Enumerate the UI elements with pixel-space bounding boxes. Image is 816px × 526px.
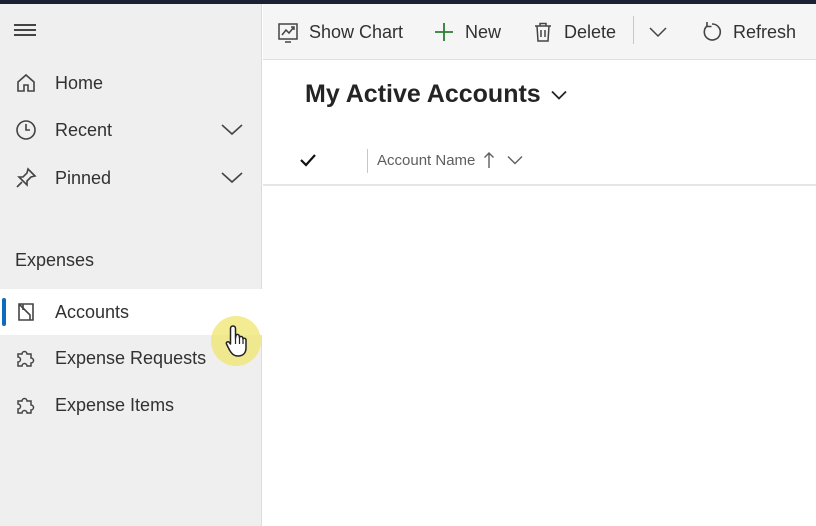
refresh-button[interactable]: Refresh (700, 4, 796, 60)
puzzle-icon (14, 393, 38, 417)
new-button[interactable]: New (432, 4, 501, 60)
chevron-down-icon[interactable] (220, 118, 244, 142)
sidebar-item-label: Home (55, 72, 104, 93)
view-selector[interactable]: My Active Accounts (305, 80, 569, 109)
command-divider (633, 16, 634, 44)
column-header-label: Account Name (377, 151, 476, 169)
refresh-label: Refresh (733, 21, 797, 42)
chevron-down-icon[interactable] (220, 166, 244, 190)
sidebar-item-home[interactable]: Home (0, 60, 262, 106)
delete-label: Delete (564, 21, 617, 42)
hamburger-icon[interactable] (14, 24, 36, 38)
chevron-down-icon[interactable] (507, 151, 525, 169)
sidebar-item-label: Expense Items (55, 394, 175, 415)
pin-icon (14, 166, 38, 190)
chart-icon (276, 20, 300, 44)
active-indicator (2, 298, 6, 326)
section-title: Expenses (15, 250, 95, 270)
sort-ascending-icon (483, 150, 497, 170)
select-all-checkmark-icon[interactable] (298, 150, 318, 170)
plus-icon (432, 20, 456, 44)
more-commands-button[interactable] (646, 4, 670, 60)
sidebar-item-expense-items[interactable]: Expense Items (0, 382, 262, 428)
refresh-icon (700, 20, 724, 44)
sidebar-item-recent[interactable]: Recent (0, 107, 262, 153)
chevron-down-icon (646, 20, 670, 44)
command-bar: Show Chart New Delete Refresh (263, 4, 816, 60)
show-chart-button[interactable]: Show Chart (276, 4, 403, 60)
chevron-down-icon (551, 86, 569, 104)
grid-header: Account Name (263, 136, 816, 186)
sidebar: Home Recent Pinned Expenses Accounts Exp… (0, 4, 262, 526)
sidebar-item-label: Pinned (55, 167, 112, 188)
column-header-account-name[interactable]: Account Name (377, 150, 525, 170)
account-book-icon (14, 300, 38, 324)
delete-button[interactable]: Delete (531, 4, 616, 60)
hand-cursor-icon (224, 324, 252, 358)
sidebar-item-label: Expense Requests (55, 347, 207, 368)
home-icon (14, 71, 38, 95)
clock-icon (14, 118, 38, 142)
sidebar-item-label: Recent (55, 119, 113, 140)
column-separator (367, 149, 368, 173)
sidebar-item-label: Accounts (55, 301, 130, 322)
page-title: My Active Accounts (305, 80, 541, 108)
sidebar-item-pinned[interactable]: Pinned (0, 155, 262, 201)
show-chart-label: Show Chart (309, 21, 404, 42)
trash-icon (531, 20, 555, 44)
new-label: New (465, 21, 502, 42)
puzzle-icon (14, 346, 38, 370)
